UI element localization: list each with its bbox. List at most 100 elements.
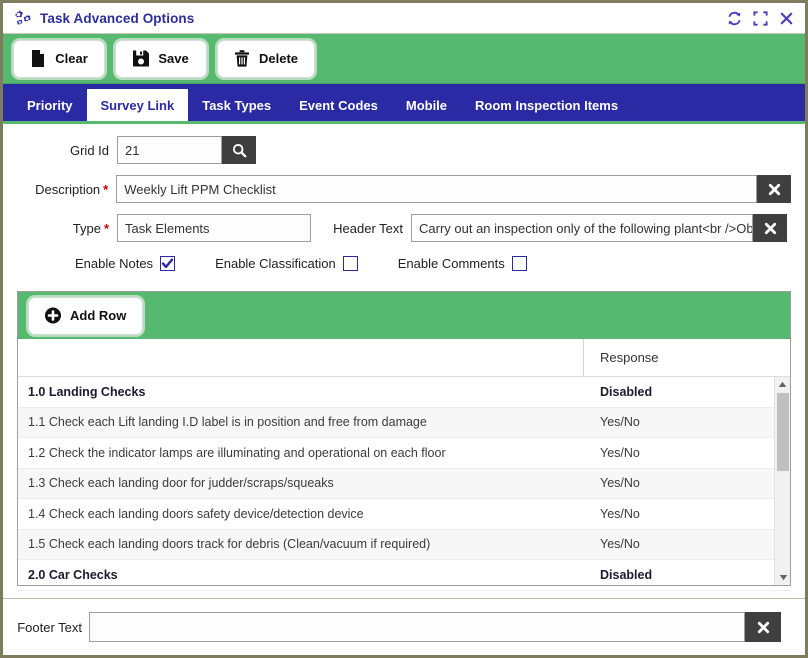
enable-notes-label: Enable Notes	[75, 256, 154, 271]
checkmark-icon	[161, 258, 174, 269]
type-header-row: Type * Task Elements Header Text Carry ou…	[17, 214, 791, 242]
row-text: 1.4 Check each landing doors safety devi…	[28, 506, 364, 521]
table-row[interactable]: 1.2 Check the indicator lamps are illumi…	[18, 438, 790, 469]
description-clear-button[interactable]	[757, 175, 791, 203]
tab-priority-label: Priority	[27, 97, 73, 113]
grid-id-row: Grid Id 21	[17, 136, 791, 164]
row-response: Yes/No	[600, 445, 640, 460]
grid-header-response: Response	[600, 350, 659, 365]
refresh-icon[interactable]	[726, 10, 743, 27]
window-titlebar: Task Advanced Options	[3, 3, 805, 34]
row-text: 1.2 Check the indicator lamps are illumi…	[28, 445, 446, 460]
grid-header-item	[18, 339, 584, 376]
tab-survey-link-label: Survey Link	[100, 97, 175, 113]
clear-x-icon	[764, 222, 776, 234]
row-response: Yes/No	[600, 537, 640, 552]
grid-body: 1.0 Landing Checks Disabled 1.1 Check ea…	[18, 377, 790, 591]
table-row[interactable]: 2.0 Car Checks Disabled	[18, 560, 790, 591]
footer-text-input[interactable]	[89, 612, 745, 642]
grid-header-row: Response	[18, 339, 790, 377]
add-row-button[interactable]: Add Row	[28, 296, 144, 335]
chevron-down-icon	[779, 575, 787, 581]
tab-mobile[interactable]: Mobile	[392, 89, 461, 121]
row-text: 2.0 Car Checks	[28, 567, 118, 582]
tab-mobile-label: Mobile	[405, 97, 448, 113]
clear-x-icon	[757, 621, 769, 633]
row-text: 1.3 Check each landing door for judder/s…	[28, 476, 334, 491]
description-label-text: Description	[35, 181, 101, 197]
enable-comments-group: Enable Comments	[398, 256, 527, 271]
type-label-text: Type	[72, 220, 101, 236]
row-response: Yes/No	[600, 476, 640, 491]
row-text: 1.5 Check each landing doors track for d…	[28, 537, 431, 552]
row-text: 1.1 Check each Lift landing I.D label is…	[28, 415, 427, 430]
footer-bar: Footer Text	[3, 598, 805, 655]
tab-priority[interactable]: Priority	[13, 89, 87, 121]
grid-vertical-scrollbar[interactable]	[774, 377, 790, 585]
row-response: Disabled	[600, 384, 653, 399]
clear-x-icon	[768, 183, 780, 195]
grid-id-label: Grid Id	[69, 142, 109, 158]
chevron-up-icon	[778, 381, 787, 387]
enable-comments-label: Enable Comments	[397, 256, 505, 271]
delete-button-label: Delete	[259, 51, 299, 66]
trash-icon	[235, 50, 249, 67]
row-response: Yes/No	[600, 506, 640, 521]
scrollbar-thumb[interactable]	[777, 393, 789, 471]
description-label: Description *	[17, 182, 116, 197]
row-response: Disabled	[600, 567, 653, 582]
tab-event-codes[interactable]: Event Codes	[285, 89, 392, 121]
header-text-input[interactable]: Carry out an inspection only of the foll…	[411, 214, 753, 242]
table-row[interactable]: 1.0 Landing Checks Disabled	[18, 377, 790, 408]
window-title: Task Advanced Options	[40, 10, 195, 26]
type-input[interactable]: Task Elements	[117, 214, 311, 242]
clear-button[interactable]: Clear	[13, 39, 105, 78]
enable-classification-checkbox[interactable]	[342, 256, 358, 271]
table-row[interactable]: 1.5 Check each landing doors track for d…	[18, 529, 790, 560]
enable-classification-group: Enable Classification	[215, 256, 358, 271]
document-icon	[32, 50, 45, 67]
type-label: Type *	[17, 221, 117, 236]
header-text-clear-button[interactable]	[753, 214, 787, 242]
description-input[interactable]: Weekly Lift PPM Checklist	[116, 175, 757, 203]
gears-icon	[15, 10, 31, 25]
tab-task-types[interactable]: Task Types	[188, 89, 285, 121]
description-required-marker: *	[103, 181, 109, 197]
delete-button[interactable]: Delete	[217, 39, 316, 78]
row-response: Yes/No	[600, 415, 640, 430]
survey-items-grid: Add Row Response 1.0 Landing Checks Disa…	[17, 291, 791, 591]
scroll-up-arrow-icon[interactable]	[775, 377, 790, 392]
plus-circle-icon	[45, 307, 61, 324]
add-row-button-label: Add Row	[70, 308, 127, 323]
floppy-disk-icon	[133, 50, 150, 67]
save-button[interactable]: Save	[115, 39, 207, 78]
table-row[interactable]: 1.3 Check each landing door for judder/s…	[18, 468, 790, 499]
footer-text-label: Footer Text	[17, 619, 82, 635]
tab-room-inspection-items[interactable]: Room Inspection Items	[461, 89, 632, 121]
enable-comments-checkbox[interactable]	[511, 256, 527, 271]
table-row[interactable]: 1.4 Check each landing doors safety devi…	[18, 499, 790, 530]
scroll-down-arrow-icon[interactable]	[775, 570, 791, 585]
tab-bar: Priority Survey Link Task Types Event Co…	[3, 84, 805, 124]
maximize-icon[interactable]	[752, 10, 769, 27]
grid-toolbar: Add Row	[18, 292, 790, 339]
close-icon[interactable]	[778, 10, 795, 27]
options-checkbox-row: Enable Notes Enable Classification Enabl…	[17, 256, 791, 271]
tab-room-inspection-items-label: Room Inspection Items	[475, 97, 619, 113]
description-row: Description * Weekly Lift PPM Checklist	[17, 175, 791, 203]
row-text: 1.0 Landing Checks	[28, 384, 146, 399]
save-button-label: Save	[158, 51, 189, 66]
table-row[interactable]: 1.1 Check each Lift landing I.D label is…	[18, 407, 790, 438]
action-toolbar: Clear Save Delete	[3, 34, 805, 84]
clear-button-label: Clear	[55, 51, 88, 66]
header-text-label: Header Text	[333, 220, 403, 236]
grid-id-search-button[interactable]	[222, 136, 256, 164]
enable-notes-group: Enable Notes	[75, 256, 176, 271]
tab-task-types-label: Task Types	[202, 97, 272, 113]
grid-id-input[interactable]: 21	[117, 136, 222, 164]
enable-notes-checkbox[interactable]	[160, 256, 176, 271]
footer-text-clear-button[interactable]	[745, 612, 781, 642]
tab-survey-link[interactable]: Survey Link	[86, 89, 189, 121]
type-required-marker: *	[103, 220, 109, 236]
task-advanced-options-window: Task Advanced Options Clear Save Delete …	[0, 0, 808, 658]
